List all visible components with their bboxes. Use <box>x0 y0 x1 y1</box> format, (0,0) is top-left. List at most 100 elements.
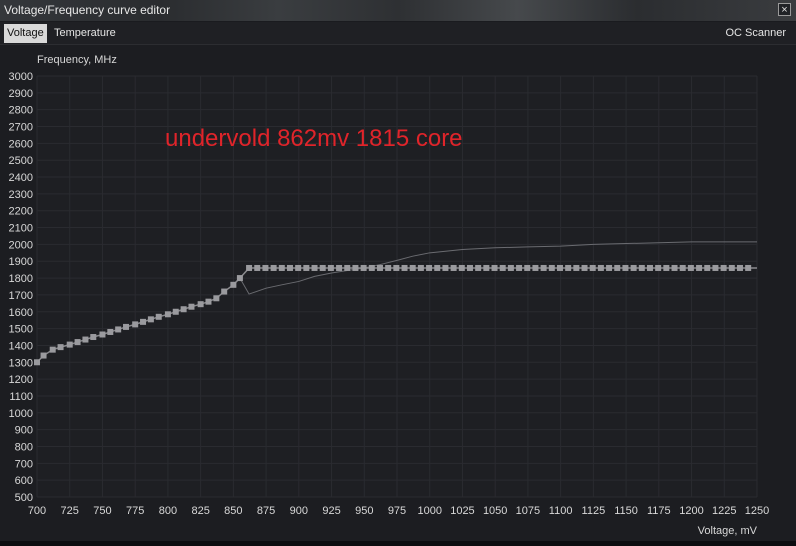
curve-point[interactable] <box>197 301 204 308</box>
curve-point[interactable] <box>311 264 318 271</box>
curve-point[interactable] <box>548 264 555 271</box>
curve-point[interactable] <box>638 264 645 271</box>
curve-point[interactable] <box>172 308 179 315</box>
curve-point[interactable] <box>221 288 228 295</box>
curve-point[interactable] <box>696 264 703 271</box>
curve-point[interactable] <box>655 264 662 271</box>
window-title: Voltage/Frequency curve editor <box>4 3 171 17</box>
curve-point[interactable] <box>581 264 588 271</box>
curve-point[interactable] <box>450 264 457 271</box>
curve-point[interactable] <box>295 264 302 271</box>
curve-point[interactable] <box>524 264 531 271</box>
curve-point[interactable] <box>393 264 400 271</box>
curve-point[interactable] <box>417 264 424 271</box>
curve-point[interactable] <box>646 264 653 271</box>
curve-point[interactable] <box>90 334 97 341</box>
curve-point[interactable] <box>66 341 73 348</box>
curve-point[interactable] <box>442 264 449 271</box>
curve-point[interactable] <box>606 264 613 271</box>
curve-point[interactable] <box>236 275 243 282</box>
curve-point[interactable] <box>303 264 310 271</box>
close-button[interactable]: × <box>778 3 791 16</box>
curve-point[interactable] <box>736 264 743 271</box>
curve-point[interactable] <box>40 352 47 359</box>
oc-scanner-button[interactable]: OC Scanner <box>725 24 786 43</box>
x-tick-label: 1200 <box>679 505 703 517</box>
curve-point[interactable] <box>728 264 735 271</box>
curve-point[interactable] <box>516 264 523 271</box>
curve-point[interactable] <box>499 264 506 271</box>
curve-point[interactable] <box>360 264 367 271</box>
curve-point[interactable] <box>278 264 285 271</box>
curve-point[interactable] <box>385 264 392 271</box>
curve-point[interactable] <box>573 264 580 271</box>
curve-point[interactable] <box>180 306 187 313</box>
curve-point[interactable] <box>147 316 154 323</box>
curve-point[interactable] <box>99 331 106 338</box>
curve-point[interactable] <box>671 264 678 271</box>
title-bar[interactable]: Voltage/Frequency curve editor × <box>0 0 796 21</box>
curve-point[interactable] <box>704 264 711 271</box>
curve-point[interactable] <box>409 264 416 271</box>
curve-point[interactable] <box>286 264 293 271</box>
curve-point[interactable] <box>614 264 621 271</box>
tab-voltage[interactable]: Voltage <box>4 24 47 43</box>
tab-temperature[interactable]: Temperature <box>51 24 119 43</box>
vf-curve-chart[interactable]: 500 600 700 800 900 1000 1100 1200 1300 1400 1500 1… <box>0 45 796 541</box>
chart-area[interactable]: 500 600 700 800 900 1000 1100 1200 1300 1400 1500 1… <box>0 45 796 541</box>
curve-point[interactable] <box>401 264 408 271</box>
curve-point[interactable] <box>254 264 261 271</box>
curve-point[interactable] <box>57 344 64 351</box>
curve-point[interactable] <box>246 264 253 271</box>
curve-point[interactable] <box>270 264 277 271</box>
curve-point[interactable] <box>483 264 490 271</box>
curve-point[interactable] <box>507 264 514 271</box>
curve-point[interactable] <box>589 264 596 271</box>
curve-point[interactable] <box>123 323 130 330</box>
curve-point[interactable] <box>458 264 465 271</box>
curve-point[interactable] <box>745 264 752 271</box>
curve-point[interactable] <box>107 328 114 335</box>
curve-point[interactable] <box>34 359 40 366</box>
curve-point[interactable] <box>565 264 572 271</box>
curve-point[interactable] <box>532 264 539 271</box>
curve-point[interactable] <box>597 264 604 271</box>
y-tick-label: 3000 <box>9 71 33 83</box>
curve-point[interactable] <box>213 295 220 302</box>
curve-point[interactable] <box>205 298 212 305</box>
curve-point[interactable] <box>155 313 162 320</box>
curve-point[interactable] <box>679 264 686 271</box>
curve-point[interactable] <box>164 311 171 318</box>
curve-point[interactable] <box>336 264 343 271</box>
curve-point[interactable] <box>434 264 441 271</box>
curve-point[interactable] <box>140 318 147 325</box>
curve-point[interactable] <box>115 326 122 333</box>
curve-point[interactable] <box>344 264 351 271</box>
curve-point[interactable] <box>262 264 269 271</box>
curve-point[interactable] <box>475 264 482 271</box>
curve-point[interactable] <box>426 264 433 271</box>
curve-point[interactable] <box>368 264 375 271</box>
curve-point[interactable] <box>687 264 694 271</box>
curve-point[interactable] <box>82 336 89 343</box>
curve-point[interactable] <box>327 264 334 271</box>
curve-point[interactable] <box>720 264 727 271</box>
y-tick-label: 2900 <box>9 88 33 100</box>
curve-point[interactable] <box>622 264 629 271</box>
curve-point[interactable] <box>319 264 326 271</box>
curve-point[interactable] <box>188 303 195 310</box>
curve-point[interactable] <box>132 321 139 328</box>
y-tick-label: 1800 <box>9 273 33 285</box>
curve-point[interactable] <box>49 346 56 353</box>
curve-point[interactable] <box>74 339 81 346</box>
curve-point[interactable] <box>712 264 719 271</box>
curve-point[interactable] <box>230 281 237 288</box>
curve-point[interactable] <box>556 264 563 271</box>
curve-point[interactable] <box>663 264 670 271</box>
curve-point[interactable] <box>540 264 547 271</box>
curve-point[interactable] <box>491 264 498 271</box>
curve-point[interactable] <box>630 264 637 271</box>
curve-point[interactable] <box>466 264 473 271</box>
curve-point[interactable] <box>376 264 383 271</box>
curve-point[interactable] <box>352 264 359 271</box>
